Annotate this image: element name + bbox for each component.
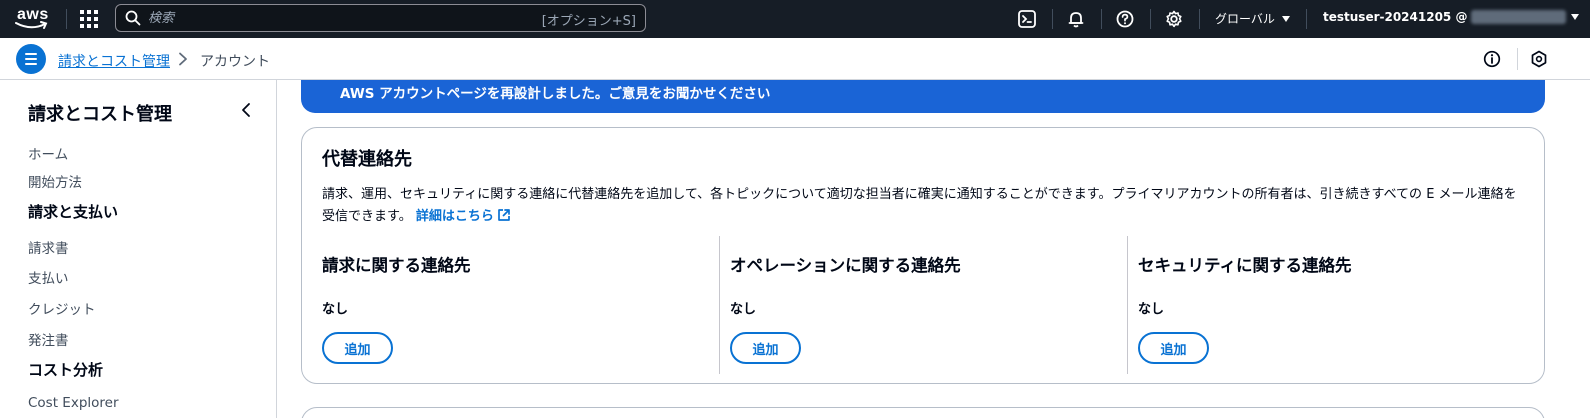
side-navigation: 請求とコスト管理 ホーム 開始方法 請求と支払い 請求書 支払い クレジット 発…: [0, 80, 277, 418]
sidebar-item-purchase-orders[interactable]: 発注書: [28, 329, 69, 349]
hexagon-icon[interactable]: [1530, 50, 1548, 68]
alternate-contacts-title: 代替連絡先: [322, 149, 412, 170]
settings-gear-icon[interactable]: [1164, 9, 1184, 29]
help-icon[interactable]: [1115, 9, 1135, 29]
sidebar-section-cost-analysis: コスト分析: [28, 361, 104, 379]
topbar-divider: [1306, 9, 1307, 29]
operations-contact-title: オペレーションに関する連絡先: [730, 256, 961, 275]
topbar-divider: [1052, 9, 1053, 29]
security-contact-column: セキュリティに関する連絡先 なし 追加: [1138, 236, 1518, 374]
search-input[interactable]: [148, 8, 528, 28]
aws-smile-icon: [15, 21, 48, 29]
services-grid-icon[interactable]: [80, 10, 98, 28]
search-box[interactable]: [オプション+S]: [115, 4, 646, 32]
region-selector[interactable]: グローバル: [1215, 10, 1291, 27]
alternate-contacts-description: 請求、運用、セキュリティに関する連絡に代替連絡先を追加して、各トピックについて適…: [322, 184, 1527, 228]
billing-contact-title: 請求に関する連絡先: [322, 256, 471, 275]
search-icon: [125, 10, 141, 26]
caret-down-icon: [1281, 15, 1290, 22]
billing-contact-value: なし: [322, 302, 349, 317]
banner-text[interactable]: AWS アカウントページを再設計しました。ご意見をお聞かせください: [340, 82, 770, 102]
sidebar-item-bills[interactable]: 請求書: [28, 237, 69, 257]
breadcrumb-bar: 請求とコスト管理 アカウント: [0, 38, 1590, 80]
alternate-contacts-container: 代替連絡先 請求、運用、セキュリティに関する連絡に代替連絡先を追加して、各トピッ…: [301, 127, 1545, 384]
column-divider: [719, 236, 720, 374]
notifications-bell-icon[interactable]: [1066, 9, 1086, 29]
sidebar-item-credits[interactable]: クレジット: [28, 298, 96, 318]
account-user-label: testuser-20241205 @: [1323, 10, 1468, 24]
top-navigation-bar: aws [オプション+S] グローバル: [0, 0, 1590, 38]
operations-contact-value: なし: [730, 302, 757, 317]
sidebar-item-payments[interactable]: 支払い: [28, 267, 69, 287]
add-billing-contact-button[interactable]: 追加: [322, 332, 393, 364]
chevron-right-icon: [179, 52, 187, 66]
sidebar-item-cost-explorer[interactable]: Cost Explorer: [28, 395, 119, 411]
sidebar-item-home[interactable]: ホーム: [28, 143, 68, 163]
search-shortcut-hint: [オプション+S]: [541, 14, 636, 29]
breadcrumb-divider: [1517, 48, 1518, 70]
topbar-divider: [1101, 9, 1102, 29]
breadcrumb-current: アカウント: [200, 54, 270, 70]
masked-account-id: [1471, 10, 1567, 24]
next-section-container: [301, 407, 1545, 418]
topbar-divider: [1150, 9, 1151, 29]
topbar-divider: [1199, 9, 1200, 29]
redesign-feedback-banner: AWS アカウントページを再設計しました。ご意見をお聞かせください: [301, 80, 1545, 113]
topbar-divider: [66, 9, 67, 29]
caret-down-icon: [1571, 14, 1580, 20]
cloudshell-icon[interactable]: [1017, 9, 1037, 29]
billing-contact-column: 請求に関する連絡先 なし 追加: [322, 236, 702, 374]
operations-contact-column: オペレーションに関する連絡先 なし 追加: [730, 236, 1110, 374]
breadcrumb-link-billing[interactable]: 請求とコスト管理: [58, 51, 170, 71]
add-security-contact-button[interactable]: 追加: [1138, 332, 1209, 364]
add-operations-contact-button[interactable]: 追加: [730, 332, 801, 364]
security-contact-title: セキュリティに関する連絡先: [1138, 256, 1352, 275]
chevron-left-icon[interactable]: [239, 102, 253, 118]
side-navigation-toggle-button[interactable]: [16, 44, 46, 74]
security-contact-value: なし: [1138, 302, 1165, 317]
external-link-icon: [498, 209, 510, 221]
side-navigation-title: 請求とコスト管理: [28, 104, 172, 125]
column-divider: [1127, 236, 1128, 374]
learn-more-label: 詳細はこちら: [415, 209, 494, 224]
sidebar-section-billing-payments: 請求と支払い: [28, 203, 119, 221]
account-menu[interactable]: testuser-20241205 @: [1323, 10, 1580, 24]
sidebar-item-getting-started[interactable]: 開始方法: [28, 171, 82, 191]
region-label: グローバル: [1215, 12, 1275, 26]
learn-more-link[interactable]: 詳細はこちら: [416, 209, 511, 224]
info-icon[interactable]: [1483, 50, 1501, 68]
aws-logo[interactable]: aws: [15, 4, 51, 34]
